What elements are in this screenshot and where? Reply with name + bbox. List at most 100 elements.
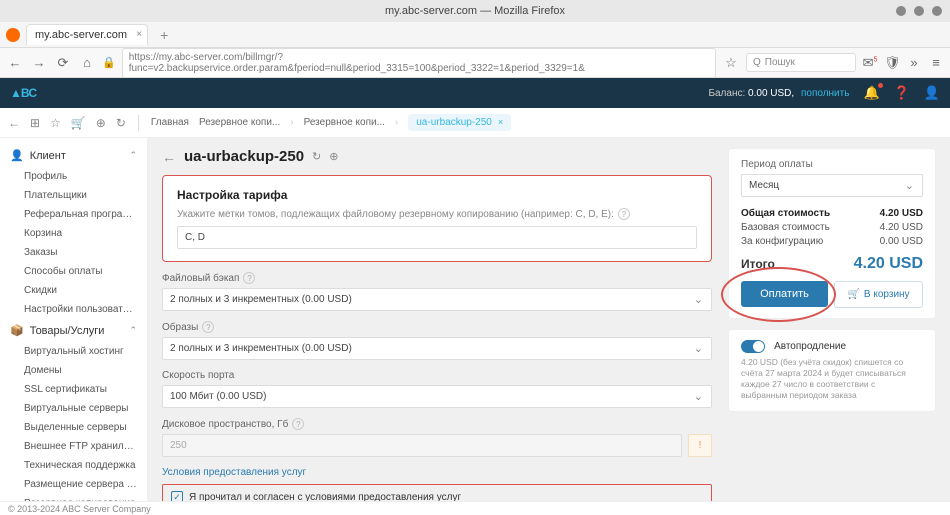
- sidebar-item[interactable]: Техническая поддержка: [0, 456, 147, 475]
- autorenew-card: Автопродление 4.20 USD (без учёта скидок…: [728, 329, 936, 412]
- sidebar-item[interactable]: SSL сертификаты: [0, 380, 147, 399]
- help-icon[interactable]: ?: [618, 208, 630, 220]
- field-label: Дисковое пространство, Гб?: [162, 418, 712, 430]
- bc-rotate-icon[interactable]: ↻: [116, 116, 126, 130]
- disk-input: 250: [162, 434, 682, 457]
- logo[interactable]: ▲BC: [10, 86, 36, 100]
- field-label: Скорость порта: [162, 370, 712, 381]
- terms-checkbox[interactable]: ✓: [171, 491, 183, 501]
- min-icon[interactable]: [896, 6, 906, 16]
- speed-select[interactable]: 100 Мбит (0.00 USD): [162, 385, 712, 408]
- forward-icon[interactable]: →: [30, 55, 48, 70]
- new-tab-button[interactable]: +: [154, 27, 174, 43]
- sidebar-item[interactable]: Внешнее FTP хранилище: [0, 437, 147, 456]
- chevron-up-icon: ⌃: [129, 325, 137, 336]
- field-label: Образы?: [162, 321, 712, 333]
- sidebar-item[interactable]: Заказы: [0, 243, 147, 262]
- terms-link[interactable]: Условия предоставления услуг: [162, 467, 712, 478]
- sidebar-item[interactable]: Виртуальный хостинг: [0, 342, 147, 361]
- sidebar-section-products[interactable]: 📦Товары/Услуги⌃: [0, 319, 147, 342]
- content: ← ua-urbackup-250 ↻ ⊕ Настройка тарифа У…: [148, 138, 950, 501]
- lock-icon: 🔒: [102, 56, 116, 69]
- user-icon: 👤: [10, 149, 24, 162]
- topup-link[interactable]: пополнить: [801, 88, 849, 99]
- bc-active[interactable]: ua-urbackup-250×: [408, 114, 511, 131]
- bc-item[interactable]: Главная: [151, 117, 189, 128]
- sidebar-item[interactable]: Профиль: [0, 167, 147, 186]
- autorenew-toggle[interactable]: [741, 340, 765, 353]
- firefox-icon: [6, 28, 20, 42]
- tariff-card: Настройка тарифа Укажите метки томов, по…: [162, 175, 712, 262]
- app-header: ▲BC Баланс: 0.00 USD, пополнить 🔔 ❓ 👤: [0, 78, 950, 108]
- pay-button[interactable]: Оплатить: [741, 281, 828, 307]
- file-backup-select[interactable]: 2 полных и 3 инкрементных (0.00 USD): [162, 288, 712, 311]
- bc-cart-icon[interactable]: 🛒: [71, 116, 86, 130]
- reload-icon[interactable]: ⟳: [54, 55, 72, 71]
- refresh-icon[interactable]: ↻: [312, 150, 321, 163]
- bell-icon[interactable]: 🔔: [863, 85, 879, 101]
- sidebar-item[interactable]: Выделенные серверы: [0, 418, 147, 437]
- period-label: Период оплаты: [741, 159, 923, 170]
- close-icon[interactable]: [932, 6, 942, 16]
- cart-icon: 🛒: [847, 289, 859, 300]
- bc-close-icon[interactable]: ×: [498, 117, 503, 127]
- images-select[interactable]: 2 полных и 3 инкрементных (0.00 USD): [162, 337, 712, 360]
- sidebar-item[interactable]: Способы оплаты: [0, 262, 147, 281]
- warning-icon[interactable]: !: [688, 434, 712, 457]
- sidebar-item[interactable]: Корзина: [0, 224, 147, 243]
- sidebar: 👤Клиент⌃ Профиль Плательщики Реферальная…: [0, 138, 148, 501]
- search-input[interactable]: QПошук: [746, 53, 856, 72]
- menu-icon[interactable]: ≡: [928, 55, 944, 70]
- bc-item[interactable]: Резервное копи...: [199, 117, 280, 128]
- summary-card: Период оплаты Месяц Общая стоимость4.20 …: [728, 148, 936, 319]
- cost-row: За конфигурацию0.00 USD: [741, 236, 923, 247]
- sidebar-item[interactable]: Виртуальные серверы: [0, 399, 147, 418]
- home-icon[interactable]: ⌂: [78, 55, 96, 70]
- sidebar-section-client[interactable]: 👤Клиент⌃: [0, 144, 147, 167]
- back-icon[interactable]: ←: [6, 55, 24, 70]
- bc-copy-icon[interactable]: ⊕: [96, 116, 106, 130]
- autorenew-note: 4.20 USD (без учёта скидок) спишется со …: [741, 357, 923, 401]
- url-bar: ← → ⟳ ⌂ 🔒 https://my.abc-server.com/bill…: [0, 48, 950, 78]
- browser-tab[interactable]: my.abc-server.com ×: [26, 24, 148, 45]
- url-input[interactable]: https://my.abc-server.com/billmgr/?func=…: [122, 48, 716, 78]
- help-icon[interactable]: ?: [243, 272, 255, 284]
- window-title: my.abc-server.com — Mozilla Firefox: [385, 5, 565, 17]
- help-icon[interactable]: ❓: [894, 85, 910, 101]
- sidebar-item[interactable]: Реферальная программа: [0, 205, 147, 224]
- sidebar-item[interactable]: Плательщики: [0, 186, 147, 205]
- sidebar-item[interactable]: Резервное копирование: [0, 494, 147, 501]
- chevron-up-icon: ⌃: [129, 150, 137, 161]
- globe-icon[interactable]: ⊕: [329, 150, 338, 163]
- help-icon[interactable]: ?: [292, 418, 304, 430]
- mail-icon[interactable]: ✉5: [862, 55, 878, 71]
- total-value: 4.20 USD: [854, 255, 923, 273]
- period-select[interactable]: Месяц: [741, 174, 923, 197]
- bc-star-icon[interactable]: ☆: [50, 116, 61, 130]
- balance: Баланс: 0.00 USD, пополнить: [708, 88, 849, 99]
- cost-row: Общая стоимость4.20 USD: [741, 208, 923, 219]
- page-title: ua-urbackup-250: [184, 148, 304, 165]
- bc-back-icon[interactable]: ←: [8, 116, 20, 130]
- hint: Укажите метки томов, подлежащих файловом…: [177, 208, 697, 220]
- cart-button[interactable]: 🛒В корзину: [834, 281, 923, 308]
- extensions-icon[interactable]: »: [906, 55, 922, 70]
- shield-icon[interactable]: 🛡: [884, 55, 900, 71]
- back-icon[interactable]: ←: [162, 149, 176, 165]
- max-icon[interactable]: [914, 6, 924, 16]
- star-icon[interactable]: ☆: [722, 55, 740, 71]
- sidebar-item[interactable]: Размещение сервера (С...: [0, 475, 147, 494]
- bc-item[interactable]: Резервное копи...: [304, 117, 385, 128]
- sidebar-item[interactable]: Домены: [0, 361, 147, 380]
- sidebar-item[interactable]: Настройки пользователя: [0, 300, 147, 319]
- section-title: Настройка тарифа: [177, 188, 697, 202]
- footer: © 2013-2024 ABC Server Company: [0, 501, 950, 515]
- bc-tree-icon[interactable]: ⊞: [30, 116, 40, 130]
- user-icon[interactable]: 👤: [924, 85, 940, 101]
- terms-box: ✓ Я прочитал и согласен с условиями пред…: [162, 484, 712, 501]
- help-icon[interactable]: ?: [202, 321, 214, 333]
- box-icon: 📦: [10, 324, 24, 337]
- tab-close-icon[interactable]: ×: [136, 29, 142, 40]
- sidebar-item[interactable]: Скидки: [0, 281, 147, 300]
- volumes-input[interactable]: C, D: [177, 226, 697, 249]
